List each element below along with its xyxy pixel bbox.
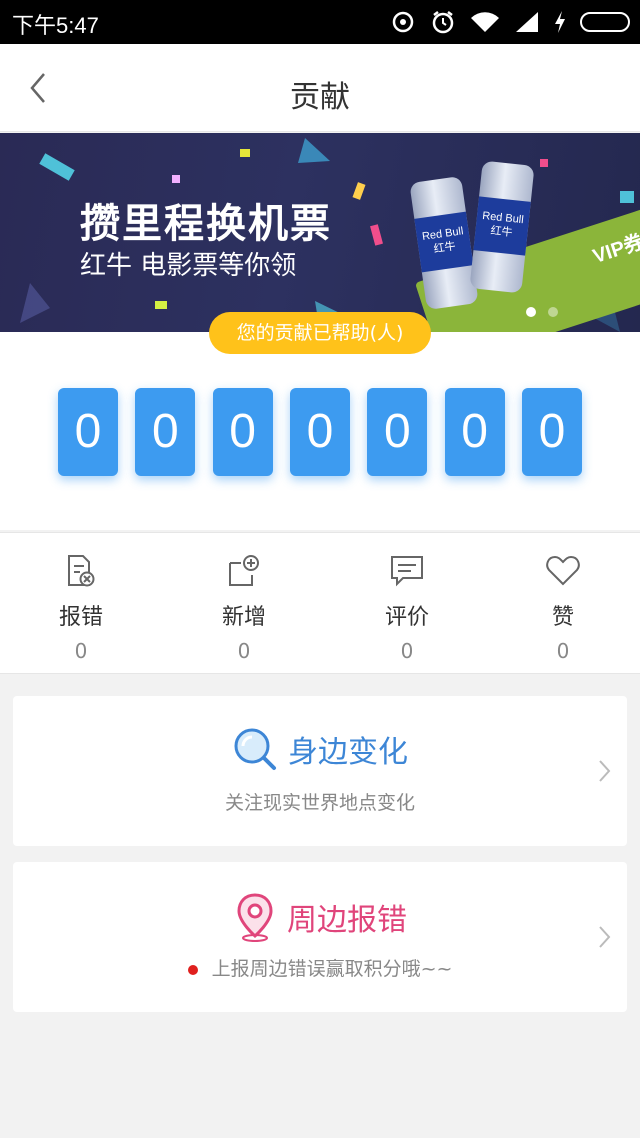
nav-bar: 贡献 xyxy=(0,44,640,132)
chevron-right-icon xyxy=(599,926,611,948)
counter-digit: 0 xyxy=(521,388,582,476)
counter-digits: 0 0 0 0 0 0 0 xyxy=(58,388,582,476)
carousel-dot[interactable] xyxy=(526,307,536,317)
comment-icon xyxy=(391,556,423,587)
charging-icon xyxy=(555,11,565,33)
card-nearby-changes[interactable]: 身边变化 关注现实世界地点变化 xyxy=(13,696,627,846)
page-title: 贡献 xyxy=(290,80,350,115)
stat-report-error[interactable]: 报错 0 xyxy=(31,553,131,663)
report-error-icon xyxy=(68,555,95,587)
stat-label: 新增 xyxy=(221,605,266,630)
location-pin-icon xyxy=(237,893,273,942)
stat-value: 0 xyxy=(237,639,251,663)
stat-like[interactable]: 赞 0 xyxy=(513,553,613,663)
alarm-icon xyxy=(432,11,454,34)
chevron-right-icon xyxy=(599,760,611,782)
banner-headline: 攒里程换机票 xyxy=(80,201,332,247)
stat-value: 0 xyxy=(74,639,88,663)
search-icon xyxy=(234,728,276,770)
card-title: 周边报错 xyxy=(287,903,407,938)
stat-label: 评价 xyxy=(384,605,429,630)
counter-digit: 0 xyxy=(367,388,428,476)
stat-label: 报错 xyxy=(58,605,103,630)
stat-value: 0 xyxy=(556,639,570,663)
banner-subtitle: 红牛 电影票等你领 xyxy=(80,251,297,281)
promo-banner[interactable]: 攒里程换机票 红牛 电影票等你领 VIP券 Red Bull 红牛 Red Bu… xyxy=(0,133,640,332)
card-title: 身边变化 xyxy=(288,735,408,770)
counter-digit: 0 xyxy=(135,388,196,476)
card-report-nearby-errors[interactable]: 周边报错 上报周边错误赢取积分哦~~ xyxy=(13,862,627,1012)
notification-dot xyxy=(187,964,198,975)
card-subtitle-row: 上报周边错误赢取积分哦~~ xyxy=(13,954,627,981)
stat-value: 0 xyxy=(400,639,414,663)
card-subtitle: 上报周边错误赢取积分哦~~ xyxy=(211,958,453,980)
heart-icon xyxy=(546,555,580,586)
add-place-icon xyxy=(229,555,259,586)
sync-icon xyxy=(392,11,414,33)
counter-digit: 0 xyxy=(289,388,350,476)
status-time: 下午5:47 xyxy=(12,13,99,38)
counter-digit: 0 xyxy=(444,388,505,476)
stat-comment[interactable]: 评价 0 xyxy=(357,553,457,663)
counter-label: 您的贡献已帮助(人) xyxy=(209,312,431,354)
stat-add-place[interactable]: 新增 0 xyxy=(194,553,294,663)
signal-icon xyxy=(516,12,538,32)
ticket-text: VIP券 xyxy=(590,230,640,269)
carousel-dots xyxy=(526,307,558,317)
stats-row: 报错 0 新增 0 评价 0 赞 0 xyxy=(0,532,640,674)
status-icons xyxy=(390,8,630,36)
card-subtitle: 关注现实世界地点变化 xyxy=(224,792,415,814)
counter-digit: 0 xyxy=(212,388,273,476)
stat-label: 赞 xyxy=(551,605,574,630)
status-bar: 下午5:47 xyxy=(0,0,640,44)
carousel-dot[interactable] xyxy=(548,307,558,317)
contribution-counter: 您的贡献已帮助(人) 0 0 0 0 0 0 0 xyxy=(0,312,640,530)
wifi-icon xyxy=(471,12,499,32)
counter-digit: 0 xyxy=(58,388,118,476)
battery-icon xyxy=(580,12,630,32)
